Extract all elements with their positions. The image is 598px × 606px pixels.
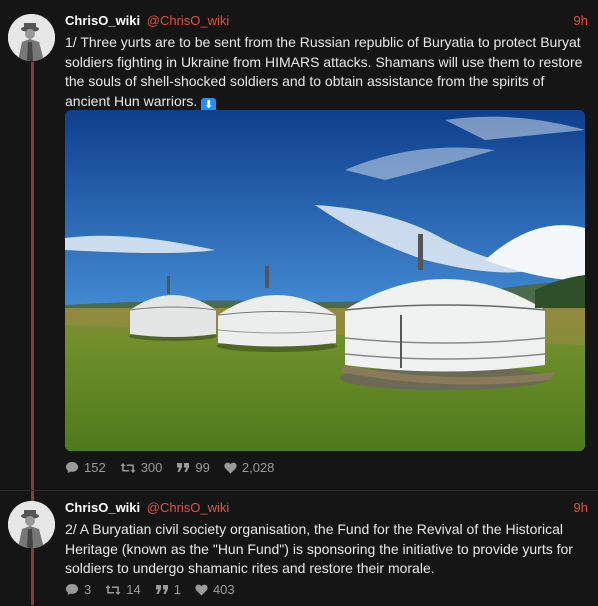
- quote-button[interactable]: 1: [155, 582, 181, 597]
- reply-button[interactable]: 152: [65, 460, 106, 475]
- like-button[interactable]: 2,028: [224, 460, 275, 475]
- timestamp[interactable]: 9h: [574, 13, 588, 28]
- quote-count: 1: [173, 582, 181, 597]
- tweet-text: 1/ Three yurts are to be sent from the R…: [65, 33, 590, 113]
- quote-count: 99: [195, 460, 210, 475]
- retweet-count: 14: [126, 582, 141, 597]
- reply-icon: [66, 462, 78, 473]
- quote-icon: [155, 585, 168, 594]
- retweet-button[interactable]: 14: [105, 582, 141, 597]
- tweet-text-content: 1/ Three yurts are to be sent from the R…: [65, 34, 583, 109]
- reply-icon: [66, 584, 78, 595]
- display-name[interactable]: ChrisO_wiki: [65, 13, 140, 28]
- tweet-2: ChrisO_wiki @ChrisO_wiki 9h 2/ A Buryati…: [0, 490, 598, 606]
- tweet-actions: 3 14 1 403: [65, 582, 235, 597]
- avatar[interactable]: [8, 14, 55, 61]
- retweet-icon: [105, 584, 121, 595]
- user-handle[interactable]: @ChrisO_wiki: [147, 500, 230, 515]
- user-handle[interactable]: @ChrisO_wiki: [147, 13, 230, 28]
- like-icon: [224, 462, 237, 473]
- reply-count: 3: [84, 582, 92, 597]
- tweet-1: ChrisO_wiki @ChrisO_wiki 9h 1/ Three yur…: [0, 0, 598, 490]
- retweet-count: 300: [140, 460, 163, 475]
- display-name[interactable]: ChrisO_wiki: [65, 500, 140, 515]
- timestamp[interactable]: 9h: [574, 500, 588, 515]
- tweet-header: ChrisO_wiki @ChrisO_wiki 9h: [65, 13, 588, 28]
- like-count: 2,028: [241, 460, 275, 475]
- like-count: 403: [212, 582, 235, 597]
- tweet-text: 2/ A Buryatian civil society organisatio…: [65, 520, 590, 579]
- retweet-icon: [120, 462, 136, 473]
- quote-button[interactable]: 99: [176, 460, 210, 475]
- tweet-header: ChrisO_wiki @ChrisO_wiki 9h: [65, 500, 588, 515]
- quote-icon: [177, 463, 190, 472]
- like-icon: [195, 584, 208, 595]
- reply-button[interactable]: 3: [65, 582, 91, 597]
- retweet-button[interactable]: 300: [120, 460, 163, 475]
- tweet-actions: 152 300 99 2,028: [65, 460, 274, 475]
- tweet-image-yurts[interactable]: [65, 110, 585, 451]
- tweet-text-content: 2/ A Buryatian civil society organisatio…: [65, 521, 573, 576]
- reply-count: 152: [84, 460, 106, 475]
- avatar[interactable]: [8, 501, 55, 548]
- like-button[interactable]: 403: [195, 582, 235, 597]
